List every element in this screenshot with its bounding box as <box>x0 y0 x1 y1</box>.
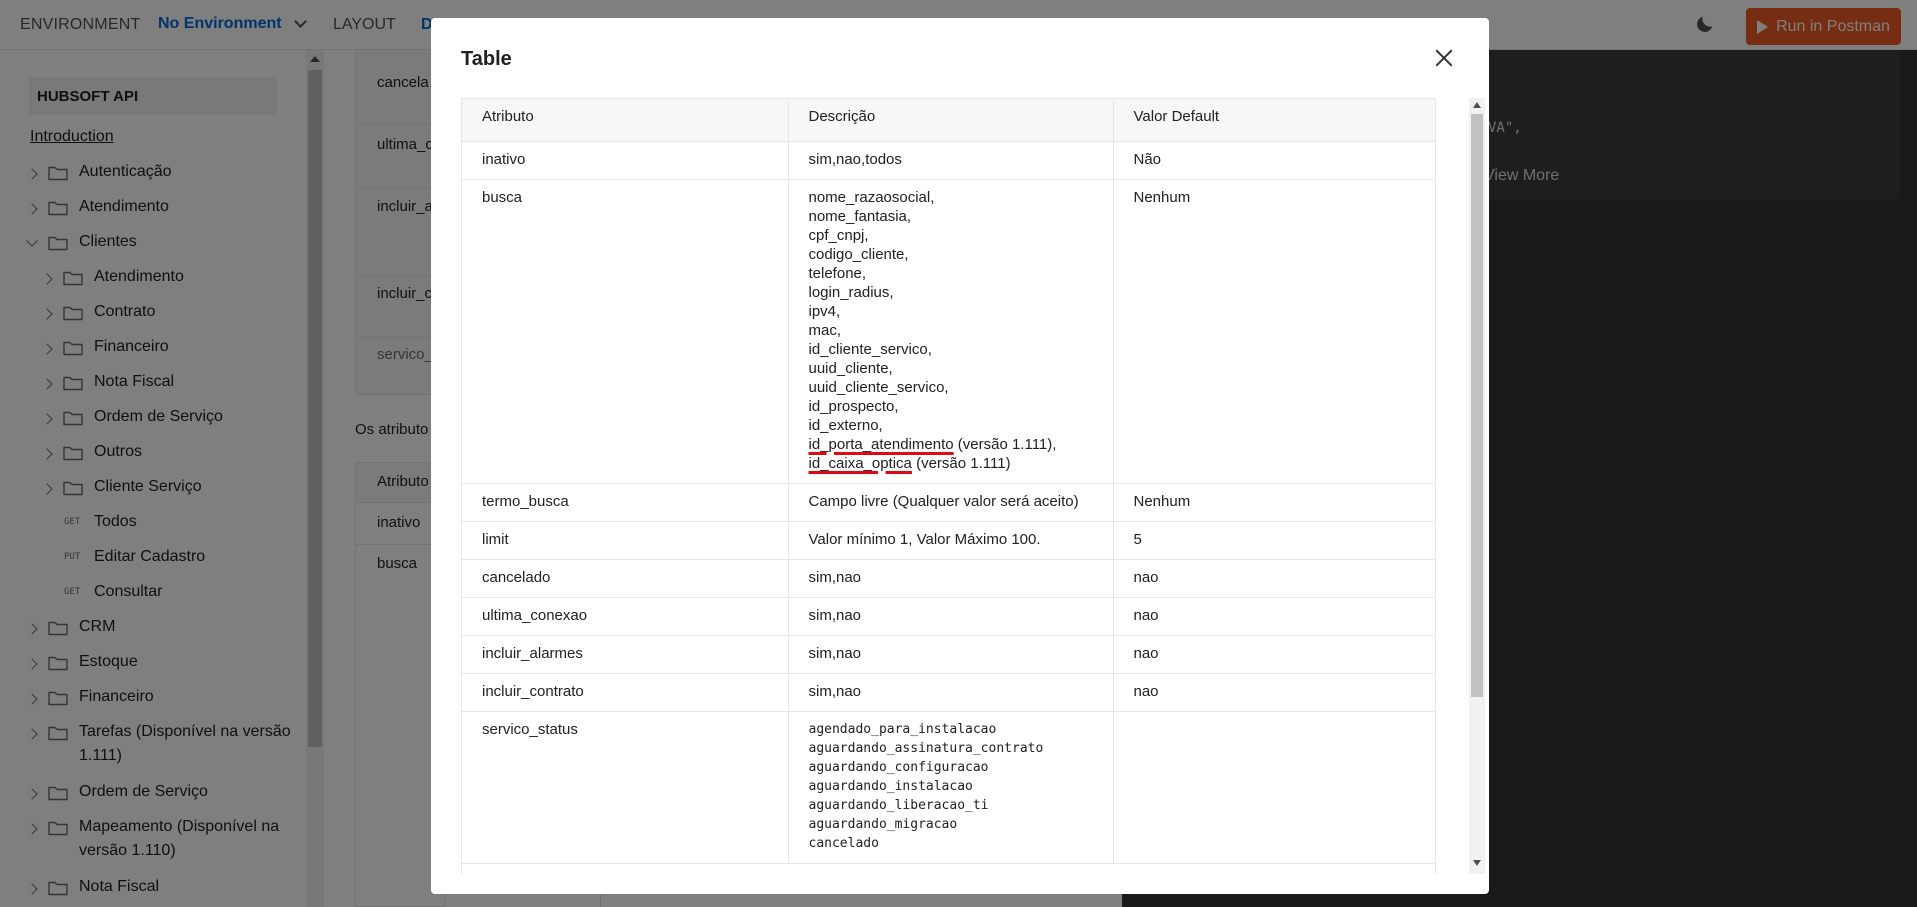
version-note: (versão 1.111) <box>911 454 1011 472</box>
table-row: ultima_conexao sim,nao nao <box>462 597 1435 636</box>
description-line: aguardando_instalacao <box>808 778 973 794</box>
attribute-cell: termo_busca <box>462 483 789 522</box>
table-row: cancelado sim,nao nao <box>462 559 1435 598</box>
close-icon[interactable] <box>1435 49 1453 67</box>
description-line: id_prospecto, <box>808 397 899 415</box>
description-cell: sim,nao,todos <box>788 141 1114 180</box>
description-line: aguardando_migracao <box>808 816 958 832</box>
attribute-cell: incluir_contrato <box>462 673 789 712</box>
default-value-cell: Não <box>1113 141 1435 180</box>
description-line: cancelado <box>808 835 879 851</box>
description-line: mac, <box>808 321 842 339</box>
table-row: servico_status agendado_para_instalacao ag… <box>462 711 1435 864</box>
table-row: inativo sim,nao,todos Não <box>462 141 1435 180</box>
description-text: sim,nao <box>808 682 862 700</box>
description-line: aguardando_assinatura_contrato <box>808 740 1044 756</box>
column-header: Atributo <box>462 99 789 142</box>
attribute-cell: servico_status <box>462 711 789 864</box>
table-row: limit Valor mínimo 1, Valor Máximo 100. 5 <box>462 521 1435 560</box>
column-header: Descrição <box>788 99 1114 142</box>
description-text: Campo livre (Qualquer valor será aceito) <box>808 492 1079 510</box>
description-line: aguardando_liberacao_ti <box>808 797 989 813</box>
attributes-table: Atributo Descrição Valor Default inativo… <box>461 98 1436 874</box>
default-value-cell <box>1113 711 1435 864</box>
description-line: cpf_cnpj, <box>808 226 869 244</box>
attribute-cell: cancelado <box>462 559 789 598</box>
description-line: id_externo, <box>808 416 883 434</box>
description-line: id_porta_atendimento (versão 1.111), <box>809 435 1093 454</box>
description-cell: agendado_para_instalacao aguardando_assin… <box>788 711 1114 864</box>
description-line: login_radius, <box>808 283 894 301</box>
description-text: sim,nao <box>808 606 862 624</box>
version-note: (versão 1.111), <box>953 435 1057 453</box>
description-line: uuid_cliente_servico, <box>808 378 949 396</box>
default-value-cell: nao <box>1113 673 1435 712</box>
modal-title: Table <box>461 48 512 70</box>
description-text: sim,nao,todos <box>808 150 902 168</box>
default-value-cell: Nenhum <box>1113 483 1435 522</box>
description-line: ipv4, <box>808 302 841 320</box>
table-row: busca nome_razaosocial, nome_fantasia, cpf_… <box>462 179 1435 484</box>
description-line: id_caixa_optica (versão 1.111) <box>809 454 1093 473</box>
default-value-cell: 5 <box>1113 521 1435 560</box>
description-line: nome_fantasia, <box>808 207 912 225</box>
description-cell: sim,nao <box>788 673 1114 712</box>
attribute-cell: busca <box>462 179 789 484</box>
attribute-cell: inativo <box>462 141 789 180</box>
description-line: nome_razaosocial, <box>808 188 935 206</box>
attribute-cell: incluir_alarmes <box>462 635 789 674</box>
table-row: termo_busca Campo livre (Qualquer valor s… <box>462 483 1435 522</box>
description-cell: sim,nao <box>788 597 1114 636</box>
description-cell: Valor mínimo 1, Valor Máximo 100. <box>788 521 1114 560</box>
table-row: incluir_contrato sim,nao nao <box>462 673 1435 712</box>
table-modal: Table Atributo Descrição Valor Default i… <box>431 18 1489 894</box>
description-line: id_cliente_servico, <box>808 340 932 358</box>
attribute-cell: limit <box>462 521 789 560</box>
column-header: Valor Default <box>1113 99 1435 142</box>
scroll-down-arrow-icon[interactable] <box>1473 860 1481 866</box>
description-cell: sim,nao <box>788 635 1114 674</box>
description-text: Valor mínimo 1, Valor Máximo 100. <box>808 530 1041 548</box>
description-cell: sim,nao <box>788 559 1114 598</box>
table-header-row: Atributo Descrição Valor Default <box>462 99 1435 142</box>
default-value-cell: nao <box>1113 559 1435 598</box>
modal-scrollbar-thumb[interactable] <box>1471 114 1483 697</box>
description-line: telefone, <box>808 264 867 282</box>
default-value-cell: nao <box>1113 597 1435 636</box>
description-line: aguardando_configuracao <box>808 759 989 775</box>
description-line: codigo_cliente, <box>808 245 909 263</box>
description-cell: nome_razaosocial, nome_fantasia, cpf_cnpj,… <box>788 179 1114 484</box>
default-value-cell: nao <box>1113 635 1435 674</box>
description-line: agendado_para_instalacao <box>808 721 997 737</box>
attribute-cell: ultima_conexao <box>462 597 789 636</box>
description-text: sim,nao <box>808 568 862 586</box>
scroll-up-arrow-icon[interactable] <box>1473 102 1481 108</box>
description-line: uuid_cliente, <box>808 359 893 377</box>
description-text: sim,nao <box>808 644 862 662</box>
default-value-cell: Nenhum <box>1113 179 1435 484</box>
highlighted-text: id_porta_atendimento <box>808 435 954 453</box>
description-cell: Campo livre (Qualquer valor será aceito) <box>788 483 1114 522</box>
table-row: incluir_alarmes sim,nao nao <box>462 635 1435 674</box>
highlighted-text: id_caixa_optica <box>808 454 912 472</box>
